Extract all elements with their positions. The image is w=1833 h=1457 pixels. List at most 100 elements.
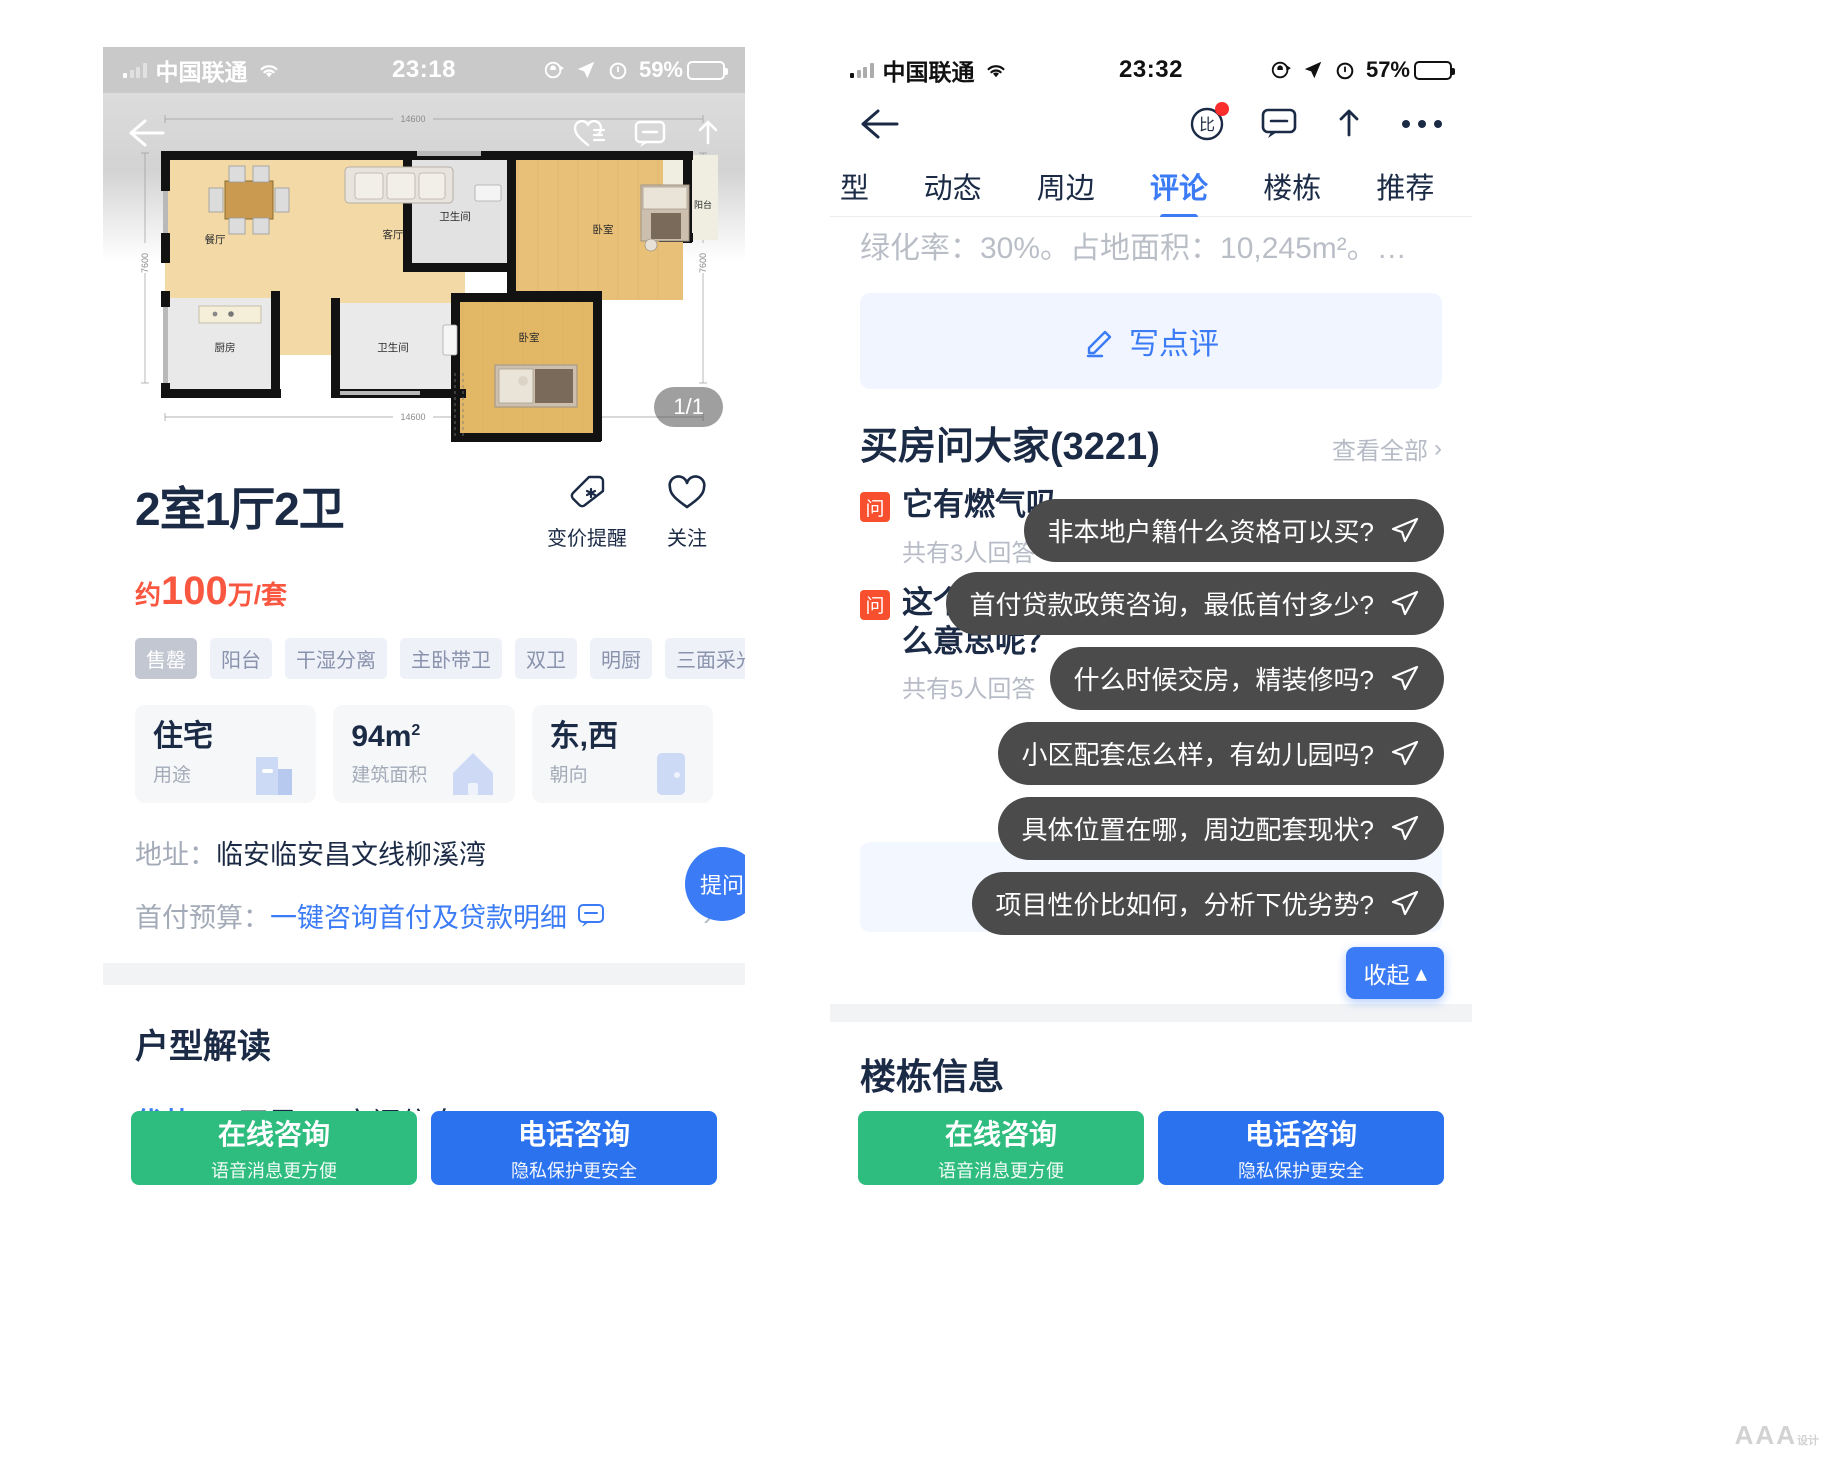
tag-item: 阳台 — [210, 638, 272, 679]
phone-consult-button[interactable]: 电话咨询 隐私保护更安全 — [1158, 1111, 1444, 1185]
tag-item: 主卧带卫 — [400, 638, 502, 679]
follow-button[interactable]: 关注 — [667, 473, 707, 551]
battery-icon — [687, 60, 728, 80]
building-info-title: 楼栋信息 — [860, 1056, 1005, 1098]
location-arrow-icon — [1304, 61, 1322, 79]
qa-view-all-link[interactable]: 查看全部 › — [1332, 431, 1442, 466]
tab-loudong[interactable]: 楼栋 — [1236, 165, 1349, 207]
floorplan-actions — [573, 117, 723, 149]
wifi-icon — [987, 65, 1004, 78]
send-icon — [1391, 517, 1419, 542]
send-icon — [1391, 740, 1419, 765]
message-icon[interactable] — [633, 117, 667, 149]
share-icon[interactable] — [693, 117, 723, 149]
svg-text:7600: 7600 — [140, 253, 150, 273]
collapse-label: 收起 — [1363, 962, 1410, 988]
quick-ask-text: 什么时候交房，精装修吗? — [1073, 665, 1374, 695]
tab-dongtai[interactable]: 动态 — [896, 165, 1009, 207]
carrier-label: 中国联通 — [155, 59, 248, 85]
more-icon[interactable] — [1400, 117, 1444, 131]
battery-icon — [1414, 60, 1455, 80]
message-icon[interactable] — [1260, 106, 1298, 142]
section-divider — [103, 963, 745, 985]
share-icon[interactable] — [1332, 105, 1366, 143]
price-prefix: 约 — [135, 580, 162, 610]
phone-consult-button[interactable]: 电话咨询 隐私保护更安全 — [431, 1111, 717, 1185]
home-icon — [452, 753, 493, 795]
quick-ask-bubble[interactable]: 项目性价比如何，分析下优劣势? — [971, 872, 1444, 935]
battery-percent: 59% — [638, 57, 683, 82]
right-tab-bar: 型 动态 周边 评论 楼栋 推荐 — [830, 155, 1472, 217]
write-review-button[interactable]: 写点评 — [860, 293, 1442, 389]
battery-group: 57% — [1366, 57, 1455, 83]
left-bottom-cta-bar: 在线咨询 语音消息更方便 电话咨询 隐私保护更安全 — [103, 1111, 745, 1195]
building-icon — [256, 757, 293, 795]
quick-ask-bubble[interactable]: 首付贷款政策咨询，最低首付多少? — [945, 572, 1444, 635]
watermark-sub: 设计 — [1797, 1435, 1819, 1447]
tab-pinglun[interactable]: 评论 — [1122, 165, 1235, 207]
quick-ask-bubble[interactable]: 具体位置在哪，周边配套现状? — [997, 797, 1444, 860]
spec-card-orientation: 东,西 朝向 — [531, 705, 713, 803]
section-divider — [830, 1004, 1472, 1023]
quick-ask-bubble[interactable]: 小区配套怎么样，有幼儿园吗? — [997, 722, 1444, 785]
title-row: 2室1厅2卫 变价提醒 关注 — [135, 473, 713, 551]
price-alert-button[interactable]: 变价提醒 — [547, 473, 627, 551]
heart-lines-icon[interactable] — [573, 117, 607, 149]
price-tag-icon — [570, 475, 605, 508]
collapse-button[interactable]: 收起 ▴ — [1346, 947, 1444, 999]
cta-title: 在线咨询 — [944, 1119, 1057, 1150]
cta-title: 电话咨询 — [1244, 1119, 1357, 1150]
tab-huxing[interactable]: 型 — [840, 165, 896, 207]
section-title: 户型解读 — [135, 1028, 271, 1066]
compare-button[interactable]: 比 — [1188, 102, 1229, 143]
chat-bubble-icon — [578, 903, 604, 927]
carrier-label: 中国联通 — [882, 59, 975, 85]
right-content: 绿化率：30%。占地面积：10,245m²。… 写点评 买房问大家(3221) … — [830, 217, 1472, 1195]
notification-dot — [1215, 102, 1229, 116]
quick-ask-bubble[interactable]: 什么时候交房，精装修吗? — [1049, 647, 1444, 710]
lock-rotation-icon — [544, 61, 564, 79]
online-consult-button[interactable]: 在线咨询 语音消息更方便 — [131, 1111, 417, 1185]
back-arrow-icon[interactable] — [858, 106, 904, 142]
floorplan-toolbar — [103, 107, 745, 159]
alarm-icon — [609, 62, 627, 80]
send-icon — [1391, 815, 1419, 840]
tab-tuijian[interactable]: 推荐 — [1349, 165, 1462, 207]
tag-item: 干湿分离 — [285, 638, 387, 679]
alarm-icon — [1336, 62, 1354, 80]
back-arrow-icon[interactable] — [125, 116, 169, 150]
svg-text:卧室: 卧室 — [593, 223, 614, 236]
address-value: 临安临安昌文线柳溪湾 — [216, 840, 486, 870]
chevron-right-icon: › — [1434, 434, 1442, 462]
address-label: 地址： — [135, 840, 216, 870]
floorplan-viewer[interactable]: 14600 14600 7600 7600 餐厅 客厅 卫生间 卧室 阳台 厨房… — [103, 93, 745, 443]
svg-text:比: 比 — [1199, 116, 1215, 134]
svg-text:客厅: 客厅 — [383, 228, 404, 241]
page-indicator: 1/1 — [654, 387, 723, 427]
watermark: AAA设计 — [1735, 1420, 1819, 1451]
property-detail-section: 2室1厅2卫 变价提醒 关注 约 100 万/套 售罄 阳台 干湿分离 主卧带卫… — [103, 473, 745, 935]
tag-list: 售罄 阳台 干湿分离 主卧带卫 双卫 明厨 三面采光 — [135, 638, 745, 679]
svg-text:阳台: 阳台 — [694, 199, 712, 210]
down-payment-link-text: 一键咨询首付及贷款明细 — [270, 903, 567, 933]
quick-ask-bubble[interactable]: 非本地户籍什么资格可以买? — [1023, 499, 1444, 562]
right-nav-bar: 比 — [830, 93, 1472, 155]
send-icon — [1391, 590, 1419, 615]
screenshot-stage: 中国联通 23:18 59% 14600 14600 7600 7600 餐厅 … — [0, 0, 1833, 1457]
quick-ask-text: 首付贷款政策咨询，最低首付多少? — [969, 590, 1374, 620]
down-payment-link[interactable]: 一键咨询首付及贷款明细 — [270, 896, 605, 935]
right-phone-screen: 中国联通 23:32 57% 比 型 动态 周边 评论 楼栋 推荐 绿化率：30… — [830, 47, 1472, 1195]
svg-text:14600: 14600 — [400, 412, 425, 422]
signal-bars-icon — [123, 62, 147, 78]
tab-zhoubian[interactable]: 周边 — [1009, 165, 1122, 207]
down-payment-row[interactable]: 首付预算： 一键咨询首付及贷款明细 › — [135, 896, 713, 935]
online-consult-button[interactable]: 在线咨询 语音消息更方便 — [858, 1111, 1144, 1185]
qa-header: 买房问大家(3221) 查看全部 › — [830, 389, 1472, 470]
cta-sub: 语音消息更方便 — [211, 1161, 337, 1181]
right-status-bar: 中国联通 23:32 57% — [830, 47, 1472, 93]
cta-sub: 隐私保护更安全 — [1238, 1161, 1364, 1181]
quick-ask-text: 非本地户籍什么资格可以买? — [1047, 517, 1374, 547]
wifi-icon — [260, 65, 277, 78]
tag-item: 三面采光 — [665, 638, 745, 679]
svg-text:7600: 7600 — [698, 253, 708, 273]
